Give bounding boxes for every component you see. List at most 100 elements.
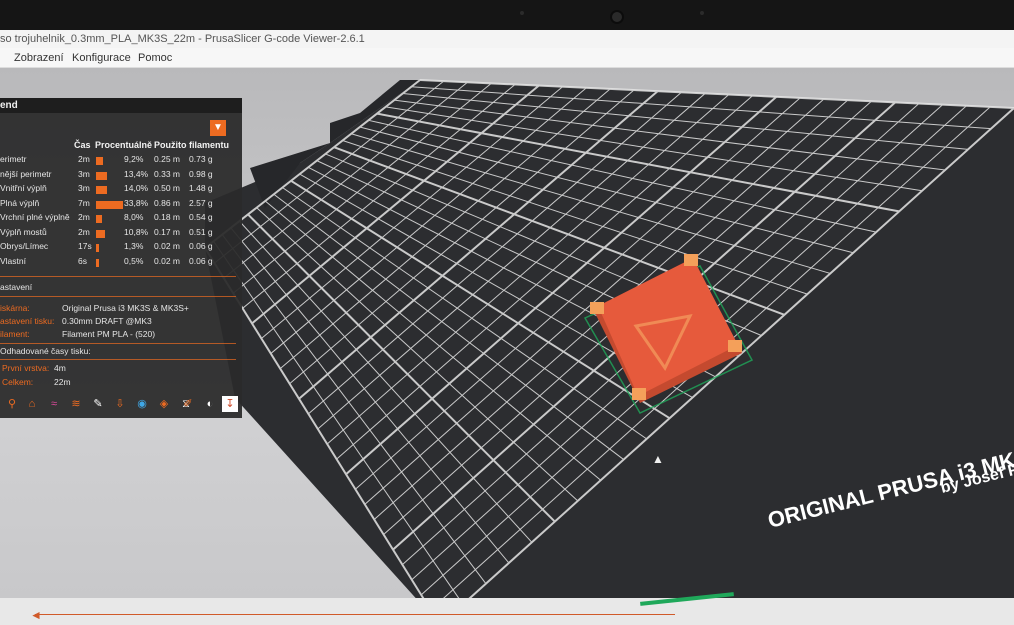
bezel-sensor (700, 11, 704, 15)
row-weight: 0.51 g (189, 226, 213, 237)
corner-post (632, 388, 646, 400)
row-label: nější perimetr (0, 168, 52, 179)
row-label: Obrys/Límec (0, 241, 49, 251)
legend-row: Vrchní plné výplně 2m 8,0% 0.18 m 0.54 g (0, 212, 240, 226)
row-label: erimetr (0, 154, 27, 164)
row-percent: 9,2% (124, 154, 144, 164)
row-weight: 0.06 g (189, 255, 213, 266)
row-label: Vlastní (0, 255, 26, 266)
row-time: 17s (78, 241, 92, 251)
tool-marker-icon[interactable]: ↧ (222, 396, 238, 412)
mouse-cursor: ▲ (652, 452, 664, 466)
menu-pomoc[interactable]: Pomoc (138, 48, 172, 68)
legend-row: Výplň mostů 2m 10,8% 0.17 m 0.51 g (0, 227, 240, 241)
legend-row: nější perimetr 3m 13,4% 0.33 m 0.98 g (0, 169, 240, 183)
time-value: 4m (54, 363, 66, 373)
col-header-percent: Procentuálně (95, 140, 153, 150)
seams-icon[interactable]: ✎ (90, 396, 106, 412)
row-percent-bar (96, 244, 99, 252)
row-time: 3m (78, 183, 90, 193)
col-header-filament: Použito filamentu (154, 140, 229, 150)
legend-row: Vlastní 6s 0,5% 0.02 m 0.06 g (0, 256, 240, 270)
window-title: so trojuhelnik_0.3mm_PLA_MK3S_22m - Prus… (0, 30, 1014, 48)
horizontal-slider-track[interactable] (35, 614, 675, 615)
settings-title: astavení (0, 282, 33, 292)
wipe-icon[interactable]: ⌂ (24, 396, 40, 412)
row-percent-bar (96, 186, 108, 194)
separator (0, 276, 236, 277)
legend-toolbar: ⚲ ⌂ ≈ ≋ ✎ ⇩ ◉ ◈ ⧖ ✐ ◐ ↧ (4, 396, 238, 414)
legend-row: Obrys/Límec 17s 1,3% 0.02 m 0.06 g (0, 241, 240, 255)
setting-label: ilament: (0, 329, 30, 339)
3d-viewport[interactable]: ORIGINAL PRUSA i3 MK3 by Josef P ▲ end ▼… (0, 68, 1014, 625)
triangle-down-icon[interactable]: ▼ (210, 120, 226, 136)
tool-changes-icon[interactable]: ⇩ (112, 396, 128, 412)
row-length: 0.86 m (154, 197, 180, 208)
center-of-gravity-icon[interactable]: ✐ (180, 396, 196, 412)
row-length: 0.33 m (154, 168, 180, 179)
time-label: První vrstva: (2, 363, 50, 373)
legend-row: erimetr 2m 9,2% 0.25 m 0.73 g (0, 154, 240, 168)
row-percent-bar (96, 157, 104, 165)
corner-post (684, 254, 698, 266)
setting-value: Filament PM PLA - (520) (62, 329, 156, 339)
row-percent: 8,0% (124, 212, 144, 222)
legend-row: Vnitřní výplň 3m 14,0% 0.50 m 1.48 g (0, 183, 240, 197)
row-length: 0.17 m (154, 226, 180, 237)
row-label: Vnitřní výplň (0, 183, 47, 193)
row-time: 2m (78, 212, 90, 222)
row-length: 0.02 m (154, 241, 180, 251)
row-length: 0.18 m (154, 212, 180, 222)
row-length: 0.02 m (154, 255, 180, 266)
row-percent-bar (96, 200, 124, 209)
pause-icon[interactable]: ◈ (156, 396, 172, 412)
setting-value: 0.30mm DRAFT @MK3 (62, 316, 152, 326)
time-label: Celkem: (2, 377, 34, 387)
row-label: Výplň mostů (0, 226, 47, 237)
shells-icon[interactable]: ◐ (202, 396, 218, 412)
row-label: Vrchní plné výplně (0, 212, 70, 222)
row-time: 2m (78, 226, 90, 237)
row-percent: 13,4% (124, 168, 149, 179)
row-label: Plná výplň (0, 197, 40, 208)
row-time: 3m (78, 168, 90, 179)
setting-value: Original Prusa i3 MK3S & MK3S+ (62, 303, 189, 313)
laptop-bezel (0, 0, 1014, 32)
row-time: 7m (78, 197, 90, 208)
menu-bar: Zobrazení Konfigurace Pomoc (0, 48, 1014, 68)
legend-panel: end ▼ Čas Procentuálně Použito filamentu… (0, 98, 242, 418)
row-percent: 10,8% (124, 226, 149, 237)
time-value: 22m (54, 377, 71, 387)
row-percent-bar (96, 171, 107, 180)
separator (0, 343, 236, 344)
row-time: 2m (78, 154, 90, 164)
row-length: 0.25 m (154, 154, 180, 164)
color-changes-icon[interactable]: ◉ (134, 396, 150, 412)
travel-icon[interactable]: ⚲ (4, 396, 20, 412)
row-time: 6s (78, 255, 87, 266)
legend-title: end (0, 98, 242, 113)
legend-row: Plná výplň 7m 33,8% 0.86 m 2.57 g (0, 198, 240, 212)
corner-post (590, 302, 604, 314)
row-percent-bar (96, 215, 103, 223)
deretractions-icon[interactable]: ≋ (68, 396, 84, 412)
corner-post (728, 340, 742, 352)
menu-zobrazeni[interactable]: Zobrazení (14, 48, 64, 68)
screen: so trojuhelnik_0.3mm_PLA_MK3S_22m - Prus… (0, 30, 1014, 625)
row-weight: 0.98 g (189, 168, 213, 179)
row-weight: 2.57 g (189, 197, 213, 208)
times-title: Odhadované časy tisku: (0, 346, 91, 356)
col-header-time: Čas (74, 140, 91, 150)
bezel-sensor (520, 11, 524, 15)
retractions-icon[interactable]: ≈ (46, 396, 62, 412)
setting-label: iskárna: (0, 303, 30, 313)
webcam (610, 10, 624, 24)
arrow-left-icon[interactable]: ◄ (30, 608, 42, 622)
menu-konfigurace[interactable]: Konfigurace (72, 48, 131, 68)
row-weight: 1.48 g (189, 183, 213, 193)
row-weight: 0.54 g (189, 212, 213, 222)
separator (0, 359, 236, 360)
row-percent: 1,3% (124, 241, 144, 251)
horizontal-slider-bar[interactable] (0, 598, 1014, 625)
row-percent: 0,5% (124, 255, 144, 266)
